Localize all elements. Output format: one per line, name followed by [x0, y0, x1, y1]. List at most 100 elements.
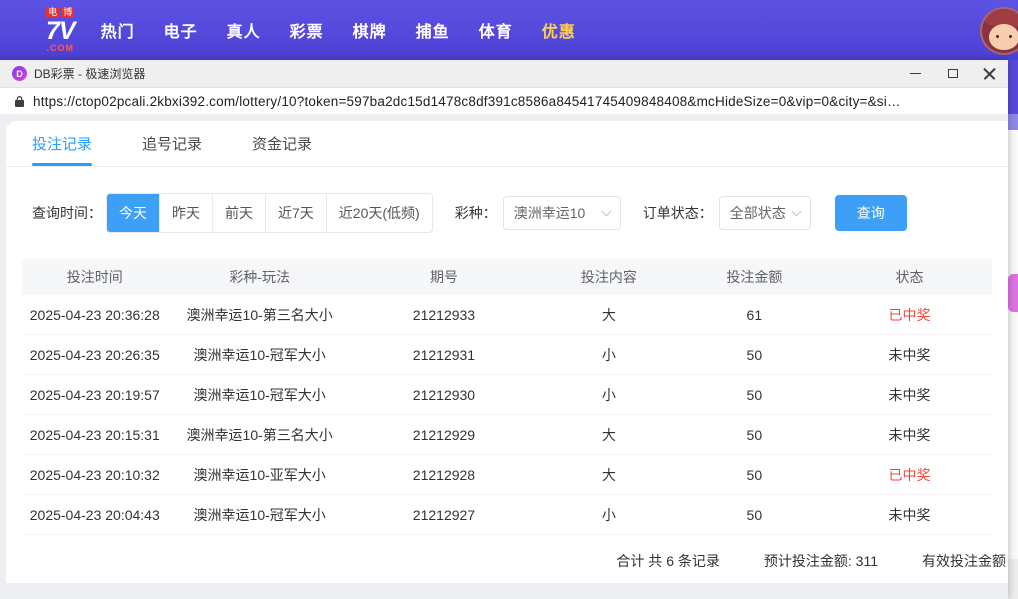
seg-last-20-days[interactable]: 近20天(低频) — [325, 194, 432, 232]
issue-cell: 21212930 — [412, 386, 476, 403]
content-cell: 小 — [601, 506, 616, 523]
window-title: DB彩票 - 极速浏览器 — [34, 67, 146, 81]
summary-valid-amount: 有效投注金额 — [922, 553, 1006, 569]
order-status-label: 订单状态： — [642, 205, 713, 221]
floating-widget-edge — [1008, 274, 1018, 312]
bet-records-table: 投注时间 彩种-玩法 期号 投注内容 投注金额 状态 2025-04-23 20… — [22, 259, 992, 535]
status-cell: 已中奖 — [888, 466, 931, 483]
content-cell: 小 — [601, 386, 616, 403]
amount-cell: 50 — [746, 426, 763, 443]
status-cell: 已中奖 — [888, 306, 931, 323]
order-status-value: 全部状态 — [729, 205, 786, 221]
table-row: 2025-04-23 20:15:31 澳洲幸运10-第三名大小 2121292… — [22, 415, 992, 455]
address-bar[interactable]: https://ctop02pcali.2kbxi392.com/lottery… — [0, 88, 1008, 115]
amount-cell: 61 — [746, 306, 763, 323]
lottery-select[interactable]: 澳洲幸运10 — [502, 196, 621, 230]
window-controls — [897, 60, 1008, 87]
issue-cell: 21212933 — [412, 306, 476, 323]
column-header-status: 状态 — [895, 269, 924, 285]
bet-time-cell: 2025-04-23 20:15:31 — [29, 426, 160, 443]
search-button[interactable]: 查询 — [834, 195, 907, 231]
maximize-button[interactable] — [934, 60, 971, 87]
column-header-issue: 期号 — [429, 269, 458, 285]
nav-item-lottery[interactable]: 彩票 — [290, 18, 324, 42]
status-cell: 未中奖 — [888, 426, 931, 443]
nav-item-promo[interactable]: 优惠 — [542, 18, 576, 42]
issue-cell: 21212931 — [412, 346, 476, 363]
maximize-icon — [947, 69, 958, 78]
tab-bet-records[interactable]: 投注记录 — [32, 121, 93, 166]
background-banner-edge — [1008, 60, 1018, 114]
bet-time-cell: 2025-04-23 20:04:43 — [29, 506, 160, 523]
avatar-face — [989, 24, 1018, 50]
play-cell: 澳洲幸运10-冠军大小 — [193, 506, 326, 523]
play-cell: 澳洲幸运10-冠军大小 — [193, 346, 326, 363]
table-row: 2025-04-23 20:10:32 澳洲幸运10-亚军大小 21212928… — [22, 455, 992, 495]
tab-chase-records[interactable]: 追号记录 — [142, 121, 202, 166]
content-cell: 大 — [601, 466, 616, 483]
table-row: 2025-04-23 20:36:28 澳洲幸运10-第三名大小 2121293… — [22, 295, 992, 335]
table-header-row: 投注时间 彩种-玩法 期号 投注内容 投注金额 状态 — [22, 259, 992, 295]
site-header: 电 博 7V .COM 热门 电子 真人 彩票 棋牌 捕鱼 体育 优惠 — [0, 0, 1018, 60]
play-cell: 澳洲幸运10-第三名大小 — [186, 306, 333, 323]
bet-time-cell: 2025-04-23 20:36:28 — [29, 306, 160, 323]
play-cell: 澳洲幸运10-亚军大小 — [193, 466, 326, 483]
bet-time-cell: 2025-04-23 20:26:35 — [29, 346, 160, 363]
issue-cell: 21212927 — [412, 506, 476, 523]
bet-time-cell: 2025-04-23 20:10:32 — [29, 466, 160, 483]
tab-fund-records[interactable]: 资金记录 — [252, 121, 312, 166]
lock-icon[interactable] — [14, 95, 25, 108]
seg-yesterday[interactable]: 昨天 — [159, 194, 212, 232]
issue-cell: 21212929 — [412, 426, 476, 443]
site-logo[interactable]: 电 博 7V .COM — [46, 7, 76, 53]
status-cell: 未中奖 — [888, 506, 931, 523]
issue-cell: 21212928 — [412, 466, 476, 483]
column-header-amount: 投注金额 — [726, 269, 783, 285]
amount-cell: 50 — [746, 466, 763, 483]
logo-domain: .COM — [46, 43, 75, 53]
play-cell: 澳洲幸运10-第三名大小 — [186, 426, 333, 443]
minimize-icon — [910, 73, 921, 74]
amount-cell: 50 — [746, 346, 763, 363]
status-cell: 未中奖 — [888, 346, 931, 363]
column-header-time: 投注时间 — [66, 269, 123, 285]
seg-today[interactable]: 今天 — [107, 194, 159, 232]
column-header-content: 投注内容 — [580, 269, 637, 285]
table-row: 2025-04-23 20:19:57 澳洲幸运10-冠军大小 21212930… — [22, 375, 992, 415]
seg-last-7-days[interactable]: 近7天 — [265, 194, 326, 232]
amount-cell: 50 — [746, 386, 763, 403]
url-text[interactable]: https://ctop02pcali.2kbxi392.com/lottery… — [33, 94, 901, 109]
browser-titlebar: D DB彩票 - 极速浏览器 — [0, 60, 1008, 88]
browser-window: D DB彩票 - 极速浏览器 https://ctop02pcali.2kbxi… — [0, 60, 1008, 599]
background-banner-edge-2 — [1008, 114, 1018, 130]
content-cell: 大 — [601, 426, 616, 443]
nav-item-live[interactable]: 真人 — [227, 18, 261, 42]
nav-item-slots[interactable]: 电子 — [164, 18, 198, 42]
column-header-play: 彩种-玩法 — [229, 269, 290, 285]
summary-total: 合计 共 6 条记录 — [616, 553, 720, 569]
minimize-button[interactable] — [897, 60, 934, 87]
content-cell: 小 — [601, 346, 616, 363]
background-page-edge — [1008, 60, 1018, 599]
chevron-down-icon — [791, 206, 802, 217]
nav-item-fishing[interactable]: 捕鱼 — [416, 18, 450, 42]
background-footer-edge — [1008, 559, 1018, 599]
screen: 电 博 7V .COM 热门 电子 真人 彩票 棋牌 捕鱼 体育 优惠 D DB… — [0, 0, 1018, 599]
nav-item-cards[interactable]: 棋牌 — [353, 18, 387, 42]
time-filter-group: 今天 昨天 前天 近7天 近20天(低频) — [106, 193, 433, 233]
play-cell: 澳洲幸运10-冠军大小 — [193, 386, 326, 403]
status-cell: 未中奖 — [888, 386, 931, 403]
order-status-select[interactable]: 全部状态 — [718, 196, 811, 230]
content-cell: 大 — [601, 306, 616, 323]
nav-item-sports[interactable]: 体育 — [479, 18, 513, 42]
user-avatar[interactable] — [980, 7, 1018, 55]
page-background: 投注记录 追号记录 资金记录 查询时间： 今天 昨天 前天 近7天 近20天(低… — [0, 115, 1008, 599]
favicon-icon: D — [12, 66, 27, 81]
logo-text: 7V — [46, 17, 76, 45]
seg-day-before[interactable]: 前天 — [212, 194, 265, 232]
close-icon — [983, 67, 996, 80]
summary-bar: 合计 共 6 条记录 预计投注金额: 311 有效投注金额 — [6, 535, 1008, 571]
close-button[interactable] — [971, 60, 1008, 87]
nav-item-hot[interactable]: 热门 — [101, 18, 135, 42]
content-panel: 投注记录 追号记录 资金记录 查询时间： 今天 昨天 前天 近7天 近20天(低… — [6, 121, 1008, 583]
